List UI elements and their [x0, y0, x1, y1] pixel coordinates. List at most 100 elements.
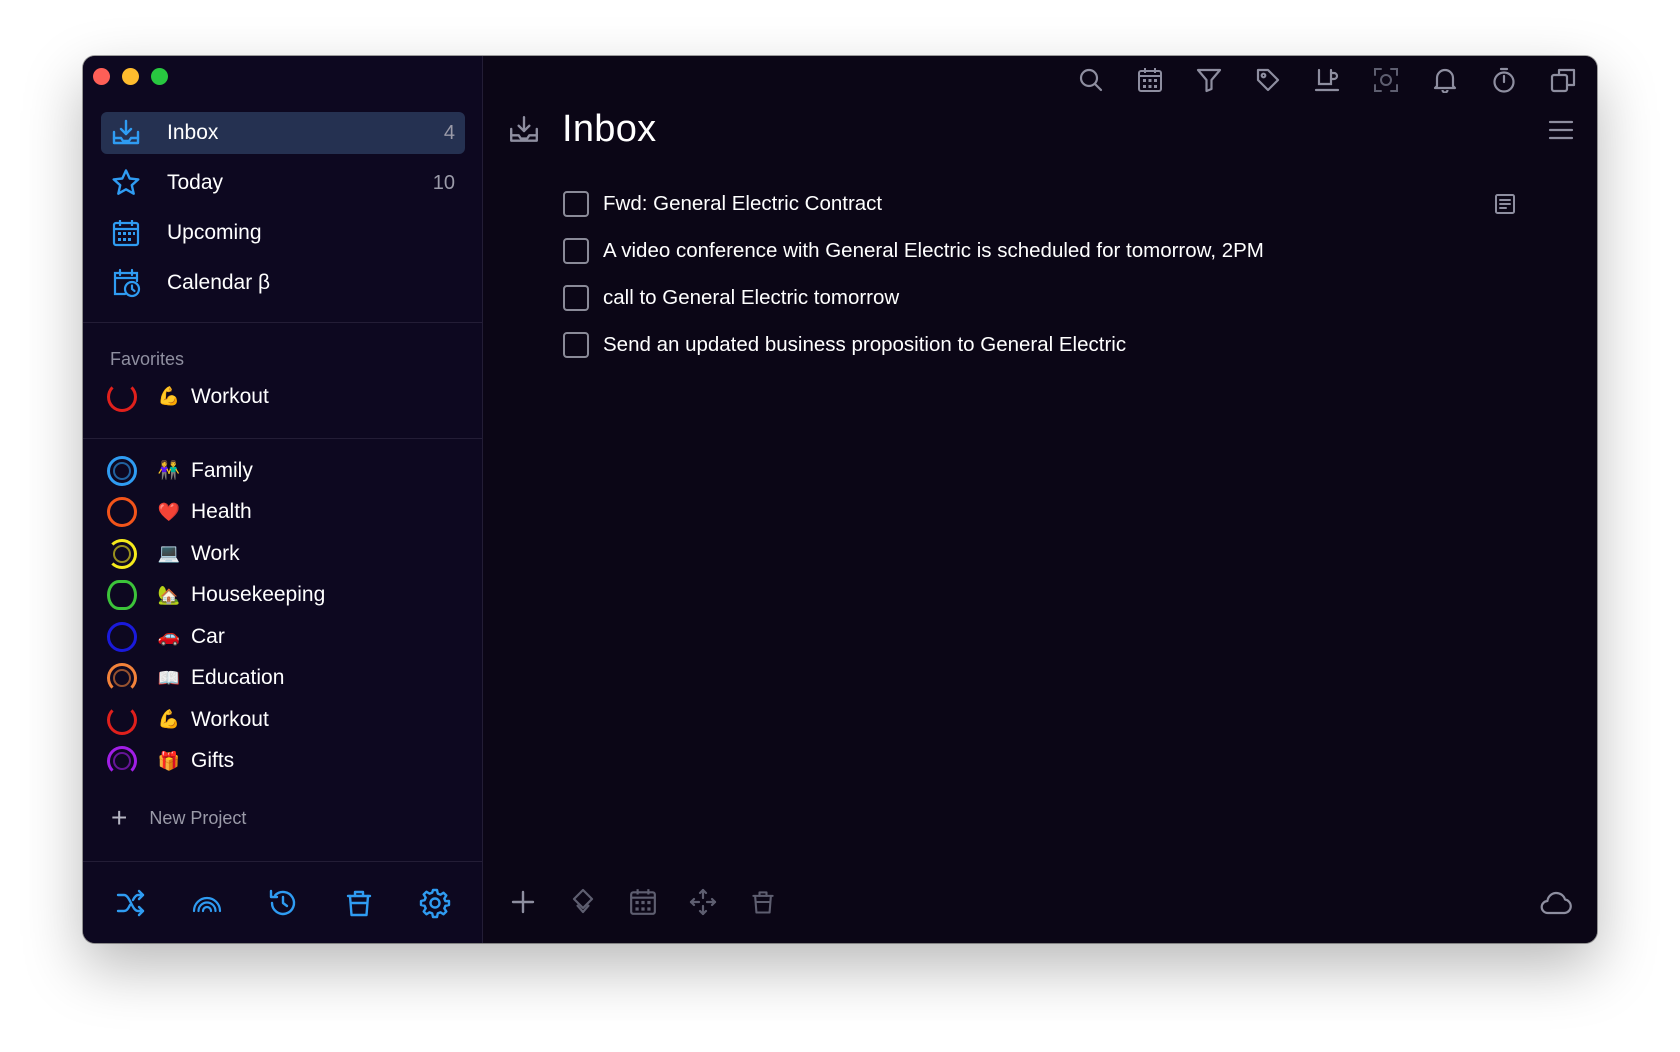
move-icon[interactable]	[688, 887, 718, 917]
task-checkbox[interactable]	[563, 284, 589, 311]
rainbow-icon[interactable]	[190, 886, 224, 920]
muscle-emoji-icon: 💪	[157, 386, 181, 407]
nav-item-inbox[interactable]: Inbox 4	[101, 112, 465, 154]
project-label: Workout	[191, 707, 269, 731]
project-label: Workout	[191, 384, 269, 408]
new-project-button[interactable]: + New Project	[111, 804, 246, 832]
sidebar: Inbox 4 Today 10 Upcoming Calendar β Fav…	[83, 56, 483, 943]
project-item-gifts[interactable]: 🎁 Gifts	[107, 741, 467, 783]
shuffle-icon[interactable]	[114, 886, 148, 920]
project-item-work[interactable]: 💻 Work	[107, 533, 467, 575]
project-progress-icon	[107, 538, 137, 569]
car-emoji-icon: 🚗	[157, 626, 181, 647]
favorite-item-workout[interactable]: 💪 Workout	[107, 376, 467, 418]
project-label: Education	[191, 666, 285, 690]
house-emoji-icon: 🏡	[157, 584, 181, 605]
timer-icon[interactable]	[1490, 66, 1518, 94]
sidebar-bottom-bar	[83, 861, 483, 943]
nav-item-calendar[interactable]: Calendar β	[101, 262, 465, 304]
task-title: Fwd: General Electric Contract	[603, 191, 883, 215]
schedule-icon[interactable]	[628, 887, 658, 917]
task-row[interactable]: Send an updated business proposition to …	[563, 321, 1517, 368]
book-emoji-icon: 📖	[157, 667, 181, 688]
project-label: Car	[191, 624, 225, 648]
task-list: Fwd: General Electric Contract A video c…	[563, 180, 1517, 368]
window-controls	[93, 68, 168, 85]
heart-emoji-icon: ❤️	[157, 501, 181, 522]
page-title: Inbox	[562, 108, 657, 150]
task-title: Send an updated business proposition to …	[603, 332, 1127, 356]
task-row[interactable]: A video conference with General Electric…	[563, 227, 1517, 274]
zoom-window-button[interactable]	[151, 68, 168, 85]
projects-list: 👫 Family ❤️ Health 💻 Work 🏡 Housekeeping	[107, 450, 467, 782]
task-action-bar	[483, 861, 1597, 943]
new-project-label: New Project	[149, 807, 247, 828]
project-progress-icon	[107, 663, 137, 694]
nav-label: Today	[167, 171, 224, 194]
page-header: Inbox	[508, 108, 656, 151]
project-label: Health	[191, 500, 252, 524]
project-progress-icon	[107, 746, 137, 777]
sidebar-divider	[83, 322, 483, 323]
coffee-icon[interactable]	[1313, 66, 1341, 94]
close-window-button[interactable]	[93, 68, 110, 85]
nav-label: Inbox	[167, 121, 219, 144]
top-toolbar	[1077, 66, 1577, 94]
nav-count: 4	[443, 121, 455, 144]
priority-icon[interactable]	[568, 887, 598, 917]
search-icon[interactable]	[1077, 66, 1105, 94]
project-item-housekeeping[interactable]: 🏡 Housekeeping	[107, 575, 467, 617]
task-checkbox[interactable]	[563, 190, 589, 217]
favorites-title: Favorites	[110, 349, 185, 369]
project-item-workout[interactable]: 💪 Workout	[107, 699, 467, 741]
nav-item-upcoming[interactable]: Upcoming	[101, 212, 465, 254]
minimize-window-button[interactable]	[122, 68, 139, 85]
project-label: Housekeeping	[191, 583, 326, 607]
task-row[interactable]: call to General Electric tomorrow	[563, 274, 1517, 321]
project-item-car[interactable]: 🚗 Car	[107, 616, 467, 658]
project-item-family[interactable]: 👫 Family	[107, 450, 467, 492]
tag-icon[interactable]	[1254, 66, 1282, 94]
history-icon[interactable]	[266, 886, 300, 920]
focus-icon[interactable]	[1372, 66, 1400, 94]
inbox-icon	[111, 118, 141, 148]
project-progress-icon	[107, 580, 137, 611]
note-icon[interactable]	[1493, 192, 1517, 216]
calendar-icon[interactable]	[1136, 66, 1164, 94]
project-label: Family	[191, 458, 253, 482]
muscle-emoji-icon: 💪	[157, 709, 181, 730]
plus-icon: +	[111, 802, 128, 833]
task-checkbox[interactable]	[563, 237, 589, 264]
task-checkbox[interactable]	[563, 331, 589, 358]
gift-emoji-icon: 🎁	[157, 750, 181, 771]
copy-icon[interactable]	[1549, 66, 1577, 94]
project-item-education[interactable]: 📖 Education	[107, 658, 467, 700]
favorites-list: 💪 Workout	[107, 376, 467, 418]
calendar-clock-icon	[111, 268, 141, 298]
add-icon[interactable]	[508, 887, 538, 917]
trash-icon[interactable]	[342, 886, 376, 920]
bell-icon[interactable]	[1431, 66, 1459, 94]
project-item-health[interactable]: ❤️ Health	[107, 492, 467, 534]
filter-icon[interactable]	[1195, 66, 1223, 94]
nav-label: Calendar β	[167, 271, 271, 294]
cloud-icon[interactable]	[1539, 887, 1573, 921]
laptop-emoji-icon: 💻	[157, 543, 181, 564]
project-progress-icon	[107, 704, 137, 735]
task-row[interactable]: Fwd: General Electric Contract	[563, 180, 1517, 227]
task-title: call to General Electric tomorrow	[603, 285, 900, 309]
project-label: Work	[191, 541, 240, 565]
nav-label: Upcoming	[167, 221, 262, 244]
task-title: A video conference with General Electric…	[603, 238, 1264, 262]
sidebar-divider	[83, 438, 483, 439]
nav-item-today[interactable]: Today 10	[101, 162, 465, 204]
delete-icon[interactable]	[748, 887, 778, 917]
family-emoji-icon: 👫	[157, 460, 181, 481]
menu-lines-icon[interactable]	[1547, 116, 1575, 144]
main-panel: Inbox Fwd: General Electric Contract A v…	[483, 56, 1597, 943]
project-progress-icon	[107, 455, 137, 486]
star-icon	[111, 168, 141, 198]
settings-icon[interactable]	[418, 886, 452, 920]
project-progress-icon	[107, 381, 137, 412]
main-navigation: Inbox 4 Today 10 Upcoming Calendar β	[101, 112, 465, 312]
